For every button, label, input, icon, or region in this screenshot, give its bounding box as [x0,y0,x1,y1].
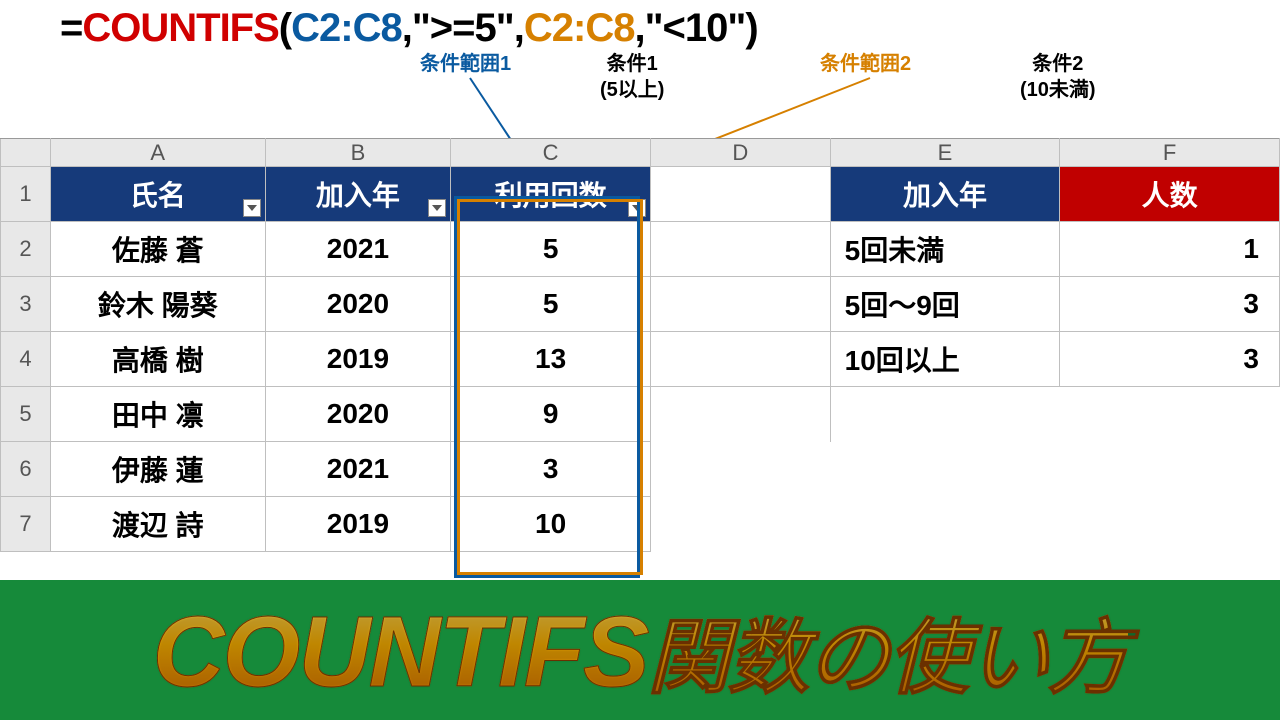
spreadsheet: A B C D E F 1 氏名 加入年 利用回数 加入年 人数 2 佐藤 蒼 … [0,138,1280,552]
cell[interactable]: 高橋 樹 [50,332,265,387]
banner-function-name: COUNTIFS [152,596,647,708]
title-banner: COUNTIFS関数の使い方 [0,580,1280,720]
cell[interactable]: 2021 [265,442,451,497]
cell[interactable]: 鈴木 陽葵 [50,277,265,332]
row-header[interactable]: 5 [1,387,51,442]
cell[interactable]: 田中 凛 [50,387,265,442]
cell[interactable]: 13 [451,332,651,387]
cell[interactable]: 2020 [265,277,451,332]
column-header[interactable]: B [265,139,451,167]
formula-close-paren: ) [745,6,757,50]
cell[interactable] [1060,497,1280,552]
column-header[interactable]: F [1060,139,1280,167]
cell[interactable] [830,442,1060,497]
corner-spacer [1,139,51,167]
cell[interactable] [650,167,830,222]
cell[interactable]: 10回以上 [830,332,1060,387]
row-header[interactable]: 4 [1,332,51,387]
formula-open-paren: ( [279,6,291,50]
cell[interactable]: 2019 [265,332,451,387]
summary-header-year[interactable]: 加入年 [830,167,1060,222]
formula-range1: C2:C8 [291,6,402,50]
cell[interactable] [830,497,1060,552]
formula-comma: , [634,6,644,50]
cell[interactable] [1060,387,1280,442]
row-header[interactable]: 3 [1,277,51,332]
annotation-criteria2: 条件2 (10未満) [1020,51,1096,103]
annotation-c1-line2: (5以上) [600,79,664,101]
cell[interactable]: 3 [1060,332,1280,387]
annotation-criteria1: 条件1 (5以上) [600,51,664,103]
formula-criteria2: "<10" [645,6,746,50]
cell[interactable]: 2019 [265,497,451,552]
formula-function-name: COUNTIFS [82,6,278,50]
cell[interactable] [1060,442,1280,497]
cell[interactable] [650,387,830,442]
cell[interactable]: 9 [451,387,651,442]
table-header-year[interactable]: 加入年 [265,167,451,222]
row-header[interactable]: 6 [1,442,51,497]
cell[interactable]: 3 [451,442,651,497]
cell[interactable]: 2021 [265,222,451,277]
column-header[interactable]: C [451,139,651,167]
cell[interactable] [830,387,1060,442]
row-header[interactable]: 2 [1,222,51,277]
summary-header-count[interactable]: 人数 [1060,167,1280,222]
annotation-c1-line1: 条件1 [607,53,658,75]
cell[interactable]: 10 [451,497,651,552]
cell[interactable]: 5回〜9回 [830,277,1060,332]
cell[interactable] [650,277,830,332]
filter-icon[interactable] [428,199,446,217]
annotation-range1: 条件範囲1 [420,51,511,77]
formula-bar: =COUNTIFS(C2:C8,">=5",C2:C8,"<10") [0,0,1280,51]
row-header[interactable]: 7 [1,497,51,552]
cell[interactable]: 渡辺 詩 [50,497,265,552]
cell[interactable]: 5回未満 [830,222,1060,277]
cell[interactable]: 佐藤 蒼 [50,222,265,277]
cell[interactable]: 3 [1060,277,1280,332]
cell[interactable]: 5 [451,222,651,277]
cell[interactable]: 2020 [265,387,451,442]
banner-suffix: 関数の使い方 [648,613,1128,704]
column-header[interactable]: E [830,139,1060,167]
table-header-count[interactable]: 利用回数 [451,167,651,222]
annotation-c2-line1: 条件2 [1032,53,1083,75]
cell[interactable]: 伊藤 蓮 [50,442,265,497]
formula-range2: C2:C8 [524,6,635,50]
row-header[interactable]: 1 [1,167,51,222]
cell[interactable]: 1 [1060,222,1280,277]
formula-comma: , [402,6,412,50]
banner-text: COUNTIFS関数の使い方 [152,591,1127,710]
filter-icon[interactable] [243,199,261,217]
cell[interactable] [650,497,830,552]
cell[interactable] [650,222,830,277]
formula-criteria1: ">=5" [412,6,514,50]
annotation-c2-line2: (10未満) [1020,79,1096,101]
filter-icon[interactable] [628,199,646,217]
annotation-range2: 条件範囲2 [820,51,911,77]
formula-equals: = [60,6,82,50]
cell[interactable] [650,442,830,497]
formula-comma: , [514,6,524,50]
formula-annotations: 条件範囲1 条件1 (5以上) 条件範囲2 条件2 (10未満) [0,51,1280,131]
cell[interactable] [650,332,830,387]
cell[interactable]: 5 [451,277,651,332]
column-header[interactable]: D [650,139,830,167]
table-header-name[interactable]: 氏名 [50,167,265,222]
column-header[interactable]: A [50,139,265,167]
